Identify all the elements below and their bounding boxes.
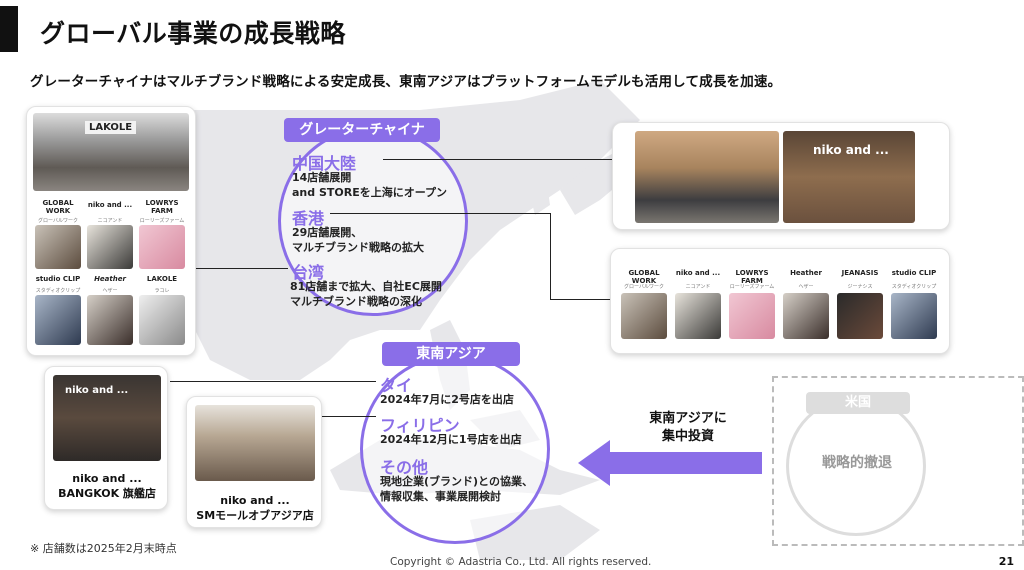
model-photo (729, 293, 775, 339)
storefront-sign: LAKOLE (85, 121, 137, 134)
brand-logo: Heather (790, 269, 822, 277)
region-desc: 現地企業(ブランド)との協業、 情報収集、事業展開検討 (380, 475, 533, 503)
and-store-photo (635, 131, 779, 223)
focus-arrow-label: 東南アジアに 集中投資 (649, 411, 727, 444)
region-desc: 14店舗展開 and STOREを上海にオープン (292, 171, 448, 199)
page-subtitle: グレーターチャイナはマルチブランド戦略による安定成長、東南アジアはプラットフォー… (30, 74, 782, 90)
model-photo (139, 225, 185, 269)
brand-logo: JEANASIS (841, 269, 879, 277)
model-photo (87, 295, 133, 345)
footnote: ※ 店舗数は2025年2月末時点 (30, 542, 177, 555)
brand-logo-lakole: LAKOLE (146, 275, 178, 283)
model-photo (837, 293, 883, 339)
brand-logo-niko-and: niko and ... (87, 201, 133, 209)
brand-sub: スタディオクリップ (891, 284, 937, 290)
model-photo (87, 225, 133, 269)
usa-strategy-text: 戦略的撤退 (822, 455, 892, 471)
brand-sub: ローリーズファーム (729, 284, 775, 290)
title-accent-bar (0, 6, 18, 52)
connector-line (322, 416, 376, 417)
connector-line (330, 213, 550, 214)
brand-logo-studio-clip: studio CLIP (35, 275, 81, 283)
sm-mall-caption: niko and ... SMモールオブアジア店 (196, 494, 314, 522)
taiwan-store-card: LAKOLE GLOBAL WORK niko and ... LOWRYS F… (26, 106, 196, 356)
model-photo (891, 293, 937, 339)
connector-line (383, 159, 612, 160)
model-photo (675, 293, 721, 339)
brand-sub: ローリーズファーム (139, 218, 185, 224)
brand-logo-lowrys-farm: LOWRYS FARM (145, 199, 179, 215)
brand-sub: ニコアンド (685, 284, 711, 290)
region-desc: 2024年7月に2号店を出店 (380, 393, 514, 406)
china-store-card: niko and ... (612, 122, 950, 230)
brand-logo: studio CLIP (891, 269, 937, 277)
usa-badge: 米国 (806, 392, 910, 414)
brand-sub: スタディオクリップ (35, 288, 81, 294)
niko-and-store-photo: niko and ... (783, 131, 915, 223)
brand-sub: ヘザー (798, 284, 814, 290)
brand-sub: ニコアンド (97, 218, 123, 224)
model-photo (783, 293, 829, 339)
page-number: 21 (998, 555, 1014, 568)
bangkok-store-photo: niko and ... (53, 375, 161, 461)
model-photo (139, 295, 185, 345)
southeast-asia-badge: 東南アジア (382, 342, 520, 366)
sm-mall-store-card: niko and ... SMモールオブアジア店 (186, 396, 322, 528)
page-title: グローバル事業の成長戦略 (40, 19, 346, 48)
brand-sub: ラコレ (154, 288, 170, 294)
connector-line (196, 268, 288, 269)
store-sign: niko and ... (65, 385, 129, 396)
model-photo (621, 293, 667, 339)
region-desc: 81店舗まで拡大、自社EC展開 マルチブランド戦略の深化 (290, 280, 442, 308)
region-desc: 2024年12月に1号店を出店 (380, 433, 522, 446)
brand-logo: niko and ... (675, 269, 721, 277)
brand-sub: グローバルワーク (38, 218, 78, 224)
greater-china-badge: グレーターチャイナ (284, 118, 440, 142)
model-photo (35, 295, 81, 345)
region-desc: 29店舗展開、 マルチブランド戦略の拡大 (292, 226, 424, 254)
connector-line (550, 299, 610, 300)
lakole-storefront-photo: LAKOLE (33, 113, 189, 191)
brand-sub: グローバルワーク (624, 284, 664, 290)
connector-line (170, 381, 376, 382)
copyright: Copyright © Adastria Co., Ltd. All right… (390, 556, 652, 568)
model-photo (35, 225, 81, 269)
sm-mall-store-photo (195, 405, 315, 481)
store-sign: niko and ... (813, 143, 889, 157)
bangkok-store-card: niko and ... niko and ... BANGKOK 旗艦店 (44, 366, 168, 510)
brand-sub: ヘザー (102, 288, 118, 294)
connector-line (550, 213, 551, 299)
brand-logo-global-work: GLOBAL WORK (42, 199, 74, 215)
brand-logo-heather: Heather (94, 275, 126, 283)
brand-sub: ジーナシス (847, 284, 873, 290)
bangkok-caption: niko and ... BANGKOK 旗艦店 (58, 472, 156, 500)
hongkong-brand-card: GLOBAL WORK グローバルワーク niko and ... ニコアンド LOWR… (610, 248, 950, 354)
